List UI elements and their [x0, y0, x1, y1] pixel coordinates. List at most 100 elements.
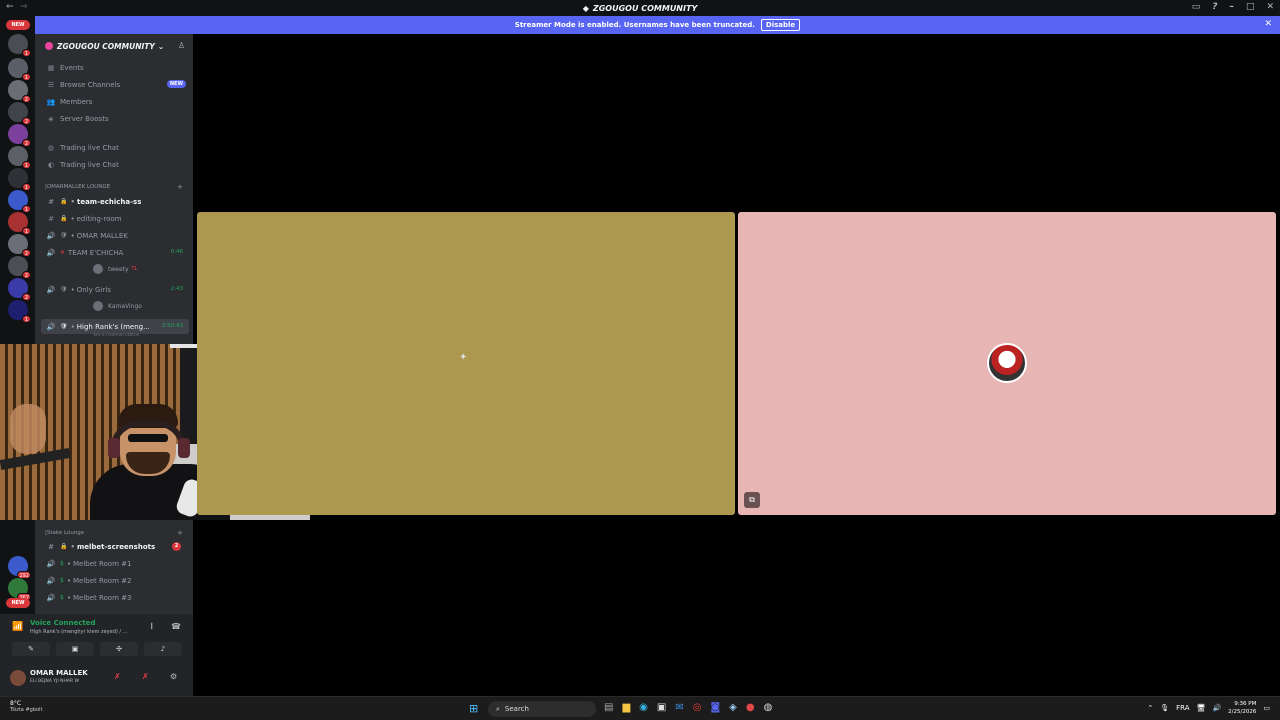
- nav-server-boosts[interactable]: ◈ Server Boosts: [41, 111, 189, 126]
- inbox-icon[interactable]: ▭: [1192, 2, 1201, 12]
- sunglasses: [128, 434, 168, 442]
- notification-icon[interactable]: ▭: [1263, 704, 1270, 712]
- speaker-icon: 🔊: [46, 593, 56, 602]
- close-window-icon[interactable]: ✕: [1266, 2, 1274, 12]
- disconnect-icon[interactable]: ☎: [171, 622, 181, 631]
- lock-icon: 🔒: [60, 543, 68, 550]
- user-tile[interactable]: ⧉: [738, 212, 1276, 515]
- category-label: |Stake Lounge: [45, 530, 85, 536]
- server-icon[interactable]: 2: [8, 80, 31, 103]
- voice-user-tweety[interactable]: tweety TL: [93, 263, 137, 275]
- chrome-icon[interactable]: ◎: [693, 702, 702, 713]
- channel-only-girls[interactable]: 🔊 🛡 • Only Girls 2:43: [41, 282, 189, 297]
- avatar: [93, 264, 103, 274]
- disable-button[interactable]: Disable: [760, 19, 801, 31]
- channel-omar-mallek[interactable]: 🔊 🛡 • OMAR MALLEK: [41, 228, 189, 243]
- banner-close-icon[interactable]: ✕: [1264, 19, 1272, 29]
- game-sprite: ✦: [459, 352, 468, 363]
- activities-button[interactable]: ✣: [100, 642, 138, 656]
- app-icon[interactable]: ●: [746, 702, 755, 713]
- server-icon[interactable]: 1: [8, 146, 31, 169]
- server-icon[interactable]: 292: [8, 556, 31, 579]
- deafen-icon[interactable]: ✗: [142, 672, 149, 681]
- channel-melbet-room-2[interactable]: 🔊 $ • Melbet Room #2: [41, 573, 189, 588]
- username[interactable]: OMAR MALLEK: [30, 669, 88, 677]
- weather-widget[interactable]: 8°C Tšizta #gbolt: [10, 700, 42, 713]
- server-icon[interactable]: 2: [8, 102, 31, 125]
- voice-connected-label[interactable]: Voice Connected: [30, 619, 96, 627]
- store-icon[interactable]: ▣: [657, 702, 666, 713]
- forward-arrow-icon[interactable]: →: [20, 2, 28, 12]
- clock[interactable]: 9:36 PM 2/25/2026: [1228, 700, 1256, 716]
- channel-trading-live-chat[interactable]: ◐ Trading live Chat: [41, 157, 189, 172]
- mic-icon[interactable]: 🎙: [1160, 704, 1169, 712]
- channel-status-hint[interactable]: Set a channel status: [93, 333, 139, 338]
- weather-text: Tšizta #gbolt: [10, 707, 43, 713]
- file-explorer-icon[interactable]: ▆: [622, 702, 630, 713]
- voice-user-kamavingo[interactable]: KamaVingo: [93, 300, 142, 312]
- network-icon[interactable]: 🖥: [1197, 704, 1206, 712]
- hand: [10, 404, 46, 454]
- server-icon[interactable]: 1: [8, 168, 31, 191]
- new-badge: NEW: [166, 80, 186, 88]
- gear-icon[interactable]: ⚙: [170, 672, 177, 681]
- channel-team-echicha[interactable]: 🔊 ✕ TEAM E'CHICHA 0:46: [41, 245, 189, 260]
- server-header[interactable]: ZGOUGOU COMMUNITY ⌄ ♙: [35, 34, 193, 58]
- edge-icon[interactable]: ◉: [639, 702, 648, 713]
- camera-button[interactable]: ✎: [12, 642, 50, 656]
- category-stake-lounge[interactable]: |Stake Lounge +: [45, 528, 189, 538]
- server-icon[interactable]: 2: [8, 278, 31, 301]
- windows-start-icon[interactable]: ⊞: [469, 702, 478, 715]
- channel-editing-room[interactable]: # 🔒 • editing-room: [41, 211, 189, 226]
- dot-icon: •: [66, 593, 71, 602]
- minimize-icon[interactable]: –: [1229, 2, 1234, 12]
- obs-icon[interactable]: ◍: [764, 702, 773, 713]
- help-icon[interactable]: ?: [1212, 2, 1217, 12]
- channel-melbet-room-1[interactable]: 🔊 $ • Melbet Room #1: [41, 556, 189, 571]
- lock-icon: 🔒: [60, 215, 68, 222]
- channel-melbet-screenshots[interactable]: # 🔒 • melbet-screenshots 2: [41, 539, 189, 554]
- stream-tile[interactable]: ✦: [197, 212, 735, 515]
- screen-share-button[interactable]: ▣: [56, 642, 94, 656]
- chevron-up-icon[interactable]: ⌃: [1147, 704, 1153, 712]
- server-icon[interactable]: 1: [8, 58, 31, 81]
- discord-window: ← → ◆ ZGOUGOU COMMUNITY ▭ ? – □ ✕ Stream…: [0, 0, 1280, 720]
- calendar-icon: ▦: [47, 63, 55, 72]
- signal-icon[interactable]: 📶: [12, 622, 23, 632]
- taskbar-search[interactable]: ⌕ Search: [488, 701, 596, 717]
- soundboard-button[interactable]: ♪: [144, 642, 182, 656]
- server-icon[interactable]: 367: [8, 578, 31, 601]
- add-channel-icon[interactable]: +: [177, 529, 183, 537]
- channel-team-echicha-ss[interactable]: # 🔒 • team-echicha-ss: [41, 194, 189, 209]
- add-channel-icon[interactable]: +: [177, 183, 183, 191]
- back-arrow-icon[interactable]: ←: [6, 2, 14, 12]
- noise-suppression-icon[interactable]: 𝄃: [151, 622, 153, 632]
- category-omarmallek-lounge[interactable]: |OMARMALLEK LOUNGE +: [45, 182, 189, 192]
- invite-icon[interactable]: ♙: [178, 41, 185, 50]
- mail-icon[interactable]: ✉: [675, 702, 683, 713]
- nav-members[interactable]: 👥 Members: [41, 94, 189, 109]
- nav-browse-channels[interactable]: ☰ Browse Channels NEW: [41, 77, 189, 92]
- maximize-icon[interactable]: □: [1246, 2, 1255, 12]
- nav-events[interactable]: ▦ Events: [41, 60, 189, 75]
- voice-channel-label[interactable]: High Rank's (menghyr klem zeyed) / ...: [30, 629, 127, 635]
- discord-icon[interactable]: ◙: [710, 702, 720, 713]
- server-icon[interactable]: 1: [8, 212, 31, 235]
- server-icon[interactable]: 1: [8, 300, 31, 323]
- channel-melbet-room-3[interactable]: 🔊 $ • Melbet Room #3: [41, 590, 189, 605]
- channel-high-ranks[interactable]: 🔊 🛡 • High Rank's (meng... 3:50:43: [41, 319, 189, 334]
- task-view-icon[interactable]: ▤: [604, 702, 613, 713]
- server-icon[interactable]: 2: [8, 124, 31, 147]
- server-icon[interactable]: 2: [8, 234, 31, 257]
- language-indicator[interactable]: FRA: [1176, 704, 1189, 712]
- channel-trading-live-chat[interactable]: ◍ Trading live Chat: [41, 140, 189, 155]
- server-icon[interactable]: 1: [8, 190, 31, 213]
- volume-icon[interactable]: 🔊: [1212, 704, 1221, 712]
- steam-icon[interactable]: ◈: [729, 702, 737, 713]
- mic-muted-icon[interactable]: ✗: [114, 672, 121, 681]
- banner-text: Streamer Mode is enabled. Usernames have…: [514, 21, 755, 29]
- server-icon[interactable]: 2: [8, 256, 31, 279]
- screen-share-icon[interactable]: ⧉: [744, 492, 760, 508]
- server-icon[interactable]: 1: [8, 34, 31, 57]
- avatar[interactable]: [10, 670, 26, 686]
